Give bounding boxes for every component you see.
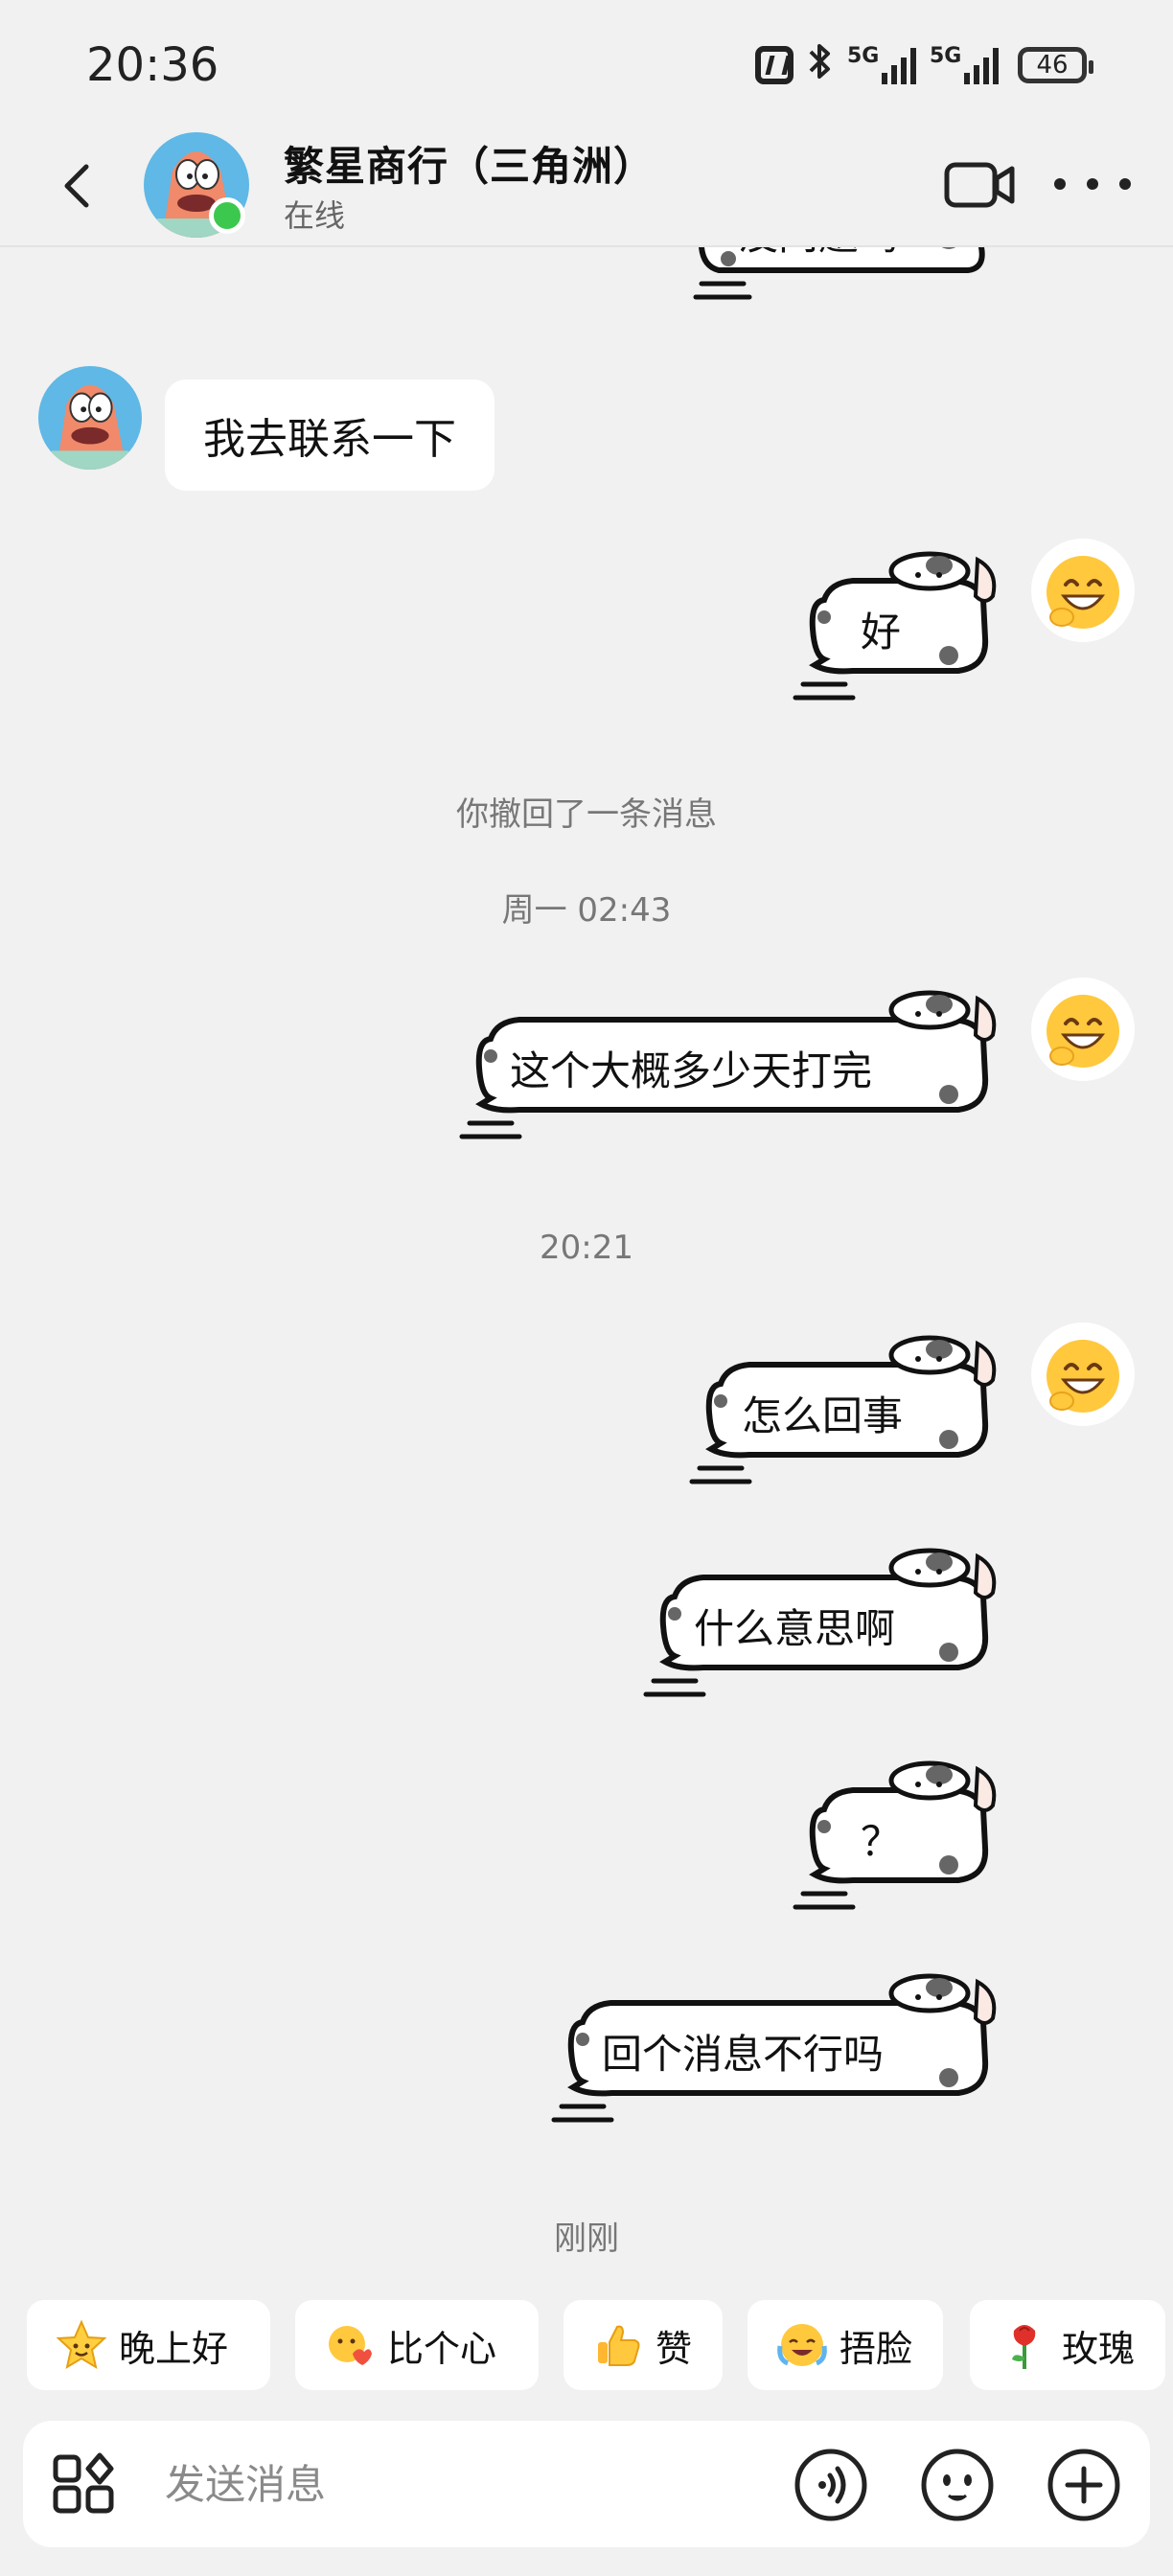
- smiley-face-icon: [921, 2449, 994, 2521]
- online-status: 在线: [284, 197, 346, 234]
- message-bubble-outgoing[interactable]: 什么意思啊: [643, 1548, 1016, 1740]
- battery-level: 46: [1036, 51, 1069, 80]
- timestamp: 周一 02:43: [501, 891, 672, 930]
- quick-reply-label: 捂脸: [840, 2327, 913, 2370]
- dot-icon: [1119, 178, 1131, 190]
- message-bubble-outgoing[interactable]: ？: [793, 1760, 1016, 1953]
- bluetooth-icon: [807, 40, 834, 91]
- voice-input-button[interactable]: [794, 2448, 868, 2522]
- message-text: 什么意思啊: [694, 1605, 896, 1652]
- network-label: 5G: [930, 44, 962, 68]
- message-input-bar: [23, 2421, 1150, 2547]
- my-avatar[interactable]: [1031, 1322, 1135, 1426]
- apps-grid-button[interactable]: [52, 2451, 117, 2517]
- emoji-button[interactable]: [920, 2448, 995, 2522]
- timestamp: 刚刚: [554, 2220, 619, 2258]
- message-text: 没问题吗: [738, 247, 899, 262]
- network-label: 5G: [847, 44, 880, 68]
- thumbs-up-icon: [592, 2319, 644, 2371]
- contact-name[interactable]: 繁星商行（三角洲）: [284, 134, 655, 193]
- dot-icon: [1054, 178, 1066, 190]
- quick-reply-chip[interactable]: 晚上好: [27, 2300, 270, 2390]
- star-face-icon: [56, 2319, 107, 2371]
- timestamp: 20:21: [540, 1229, 633, 1267]
- message-text: ？: [861, 1818, 902, 1865]
- message-bubble-outgoing[interactable]: 好: [793, 551, 1016, 744]
- message-bubble-incoming[interactable]: 我去联系一下: [165, 380, 494, 491]
- apps-grid-icon: [53, 2452, 114, 2514]
- heart-hand-icon: [324, 2319, 376, 2371]
- my-avatar[interactable]: [1031, 539, 1135, 642]
- message-text: 好: [861, 609, 902, 656]
- message-bubble-outgoing[interactable]: 回个消息不行吗: [551, 1973, 1016, 2166]
- grinning-face-icon: [1033, 540, 1133, 640]
- quick-reply-label: 赞: [656, 2327, 693, 2370]
- grinning-face-icon: [1033, 979, 1133, 1079]
- facepalm-icon: [776, 2319, 828, 2371]
- more-options-button[interactable]: [1054, 153, 1131, 215]
- quick-reply-label: 比个心: [387, 2327, 497, 2370]
- quick-reply-chip[interactable]: 玫瑰: [970, 2300, 1165, 2390]
- quick-reply-chip[interactable]: 比个心: [295, 2300, 539, 2390]
- battery-icon: 46: [1018, 47, 1093, 83]
- status-icons: 5G 5G 46: [755, 40, 1093, 91]
- online-indicator: [209, 197, 245, 234]
- back-button[interactable]: [48, 157, 105, 215]
- dot-icon: [1087, 178, 1098, 190]
- chat-header: 繁星商行（三角洲） 在线: [0, 125, 1173, 247]
- voice-wave-icon: [794, 2449, 867, 2521]
- message-bubble-outgoing[interactable]: 怎么回事: [689, 1335, 1016, 1528]
- rose-icon: [999, 2319, 1050, 2371]
- message-text: 怎么回事: [742, 1392, 904, 1439]
- my-avatar[interactable]: [1031, 978, 1135, 1081]
- nfc-icon: [755, 46, 794, 84]
- recall-notice: 你撤回了一条消息: [456, 795, 717, 834]
- quick-reply-label: 晚上好: [119, 2327, 229, 2370]
- signal-5g-icon: 5G: [930, 44, 999, 86]
- chevron-left-icon: [64, 164, 89, 208]
- video-call-button[interactable]: [943, 153, 1020, 215]
- message-bubble-outgoing[interactable]: 这个大概多少天打完: [459, 990, 1016, 1183]
- add-attachment-button[interactable]: [1046, 2448, 1121, 2522]
- chat-area[interactable]: 没问题吗 我去联系一下: [0, 247, 1173, 2269]
- sender-avatar[interactable]: [38, 366, 142, 470]
- message-text: 这个大概多少天打完: [510, 1047, 873, 1094]
- message-text: 回个消息不行吗: [602, 2031, 885, 2078]
- quick-reply-label: 玫瑰: [1062, 2327, 1136, 2370]
- quick-reply-chip[interactable]: 赞: [564, 2300, 723, 2390]
- grinning-face-icon: [1033, 1324, 1133, 1424]
- signal-5g-icon: 5G: [847, 44, 916, 86]
- status-bar: 20:36 5G 5G 46: [0, 0, 1173, 125]
- video-camera-icon: [944, 162, 1015, 208]
- message-bubble-outgoing[interactable]: 没问题吗: [690, 247, 997, 324]
- quick-reply-bar: 晚上好 比个心 赞 捂脸 玫瑰: [0, 2300, 1173, 2394]
- plus-icon: [1047, 2449, 1120, 2521]
- quick-reply-chip[interactable]: 捂脸: [748, 2300, 943, 2390]
- status-time: 20:36: [86, 38, 219, 92]
- message-input[interactable]: [165, 2450, 759, 2518]
